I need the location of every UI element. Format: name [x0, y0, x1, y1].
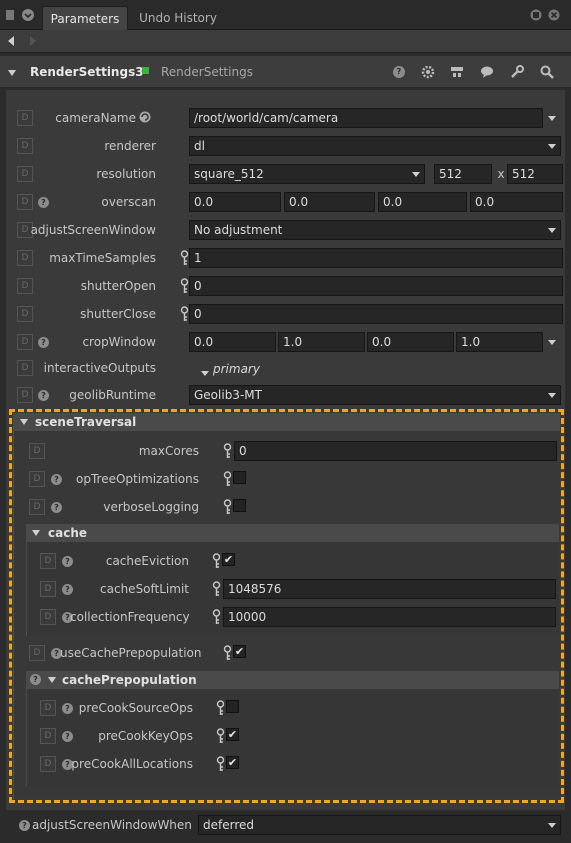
close-panel-icon[interactable] — [548, 9, 560, 21]
adjustScreenWindowWhen-label: adjustScreenWindowWhen — [32, 818, 192, 832]
cropWindow-label: cropWindow — [82, 335, 156, 349]
shutterOpen-label: shutterOpen — [80, 279, 156, 293]
tab-undo-history[interactable]: Undo History — [130, 6, 226, 30]
node-status-indicator — [142, 67, 149, 74]
panel-menu-icon[interactable] — [5, 8, 15, 22]
overscan-input-2[interactable]: 0.0 — [284, 192, 375, 212]
overscan-input-3[interactable]: 0.0 — [378, 192, 467, 212]
maxTimeSamples-label: maxTimeSamples — [49, 251, 156, 265]
comment-icon[interactable] — [480, 65, 494, 79]
cameraName-input[interactable]: /root/world/cam/camera — [189, 108, 543, 128]
resolution-select[interactable]: square_512 — [189, 164, 425, 184]
overscan-input-1[interactable]: 0.0 — [189, 192, 281, 212]
back-arrow-icon[interactable] — [6, 35, 16, 47]
key-icon[interactable] — [180, 250, 189, 266]
geolibRuntime-label: geolibRuntime — [69, 388, 156, 402]
adjustScreenWindow-label: adjustScreenWindow — [30, 223, 156, 237]
resolution-width-input[interactable]: 512 — [434, 164, 492, 184]
gear-icon[interactable] — [421, 65, 435, 79]
search-icon[interactable] — [540, 65, 554, 79]
resolution-x-label: x — [497, 167, 505, 181]
help-icon[interactable]: ? — [19, 820, 30, 831]
tab-bar: Parameters Undo History — [0, 0, 571, 30]
cropWindow-input-4[interactable]: 1.0 — [456, 332, 543, 352]
adjustScreenWindow-select[interactable]: No adjustment — [189, 220, 561, 240]
cropWindow-dropdown-icon[interactable] — [548, 340, 556, 345]
hierarchy-icon[interactable] — [450, 65, 464, 79]
camera-link-icon[interactable] — [139, 111, 151, 123]
tab-parameters[interactable]: Parameters — [42, 6, 128, 30]
renderer-dropdown-icon[interactable] — [548, 144, 556, 149]
maximize-icon[interactable] — [530, 9, 542, 21]
geolibRuntime-select[interactable]: Geolib3-MT — [189, 385, 561, 405]
highlight-box — [9, 409, 564, 803]
maxTimeSamples-input[interactable]: 1 — [189, 248, 563, 268]
panel-options-icon[interactable] — [21, 8, 35, 22]
key-icon[interactable] — [180, 306, 189, 322]
cameraName-label: cameraName — [55, 111, 136, 125]
key-icon[interactable] — [180, 278, 189, 294]
forward-arrow-icon[interactable] — [28, 35, 38, 47]
resolution-height-input[interactable]: 512 — [507, 164, 563, 184]
node-name: RenderSettings3 — [30, 65, 144, 79]
shutterClose-label: shutterClose — [80, 307, 156, 321]
adjustScreenWindow-dropdown-icon[interactable] — [548, 228, 556, 233]
shutterClose-input[interactable]: 0 — [189, 304, 563, 324]
renderer-label: renderer — [104, 139, 156, 153]
adjustScreenWindowWhen-dropdown-icon[interactable] — [548, 823, 556, 828]
resolution-dropdown-icon[interactable] — [412, 172, 420, 177]
interactiveOutputs-value[interactable]: primary — [213, 360, 260, 378]
adjustScreenWindowWhen-select[interactable]: deferred — [198, 815, 561, 835]
renderer-select[interactable]: dl — [189, 136, 561, 156]
cropWindow-input-1[interactable]: 0.0 — [189, 332, 276, 352]
node-type: RenderSettings — [161, 65, 253, 79]
cropWindow-input-3[interactable]: 0.0 — [367, 332, 454, 352]
help-icon[interactable]: ? — [393, 66, 405, 78]
overscan-label: overscan — [101, 195, 156, 209]
collapse-node-icon[interactable] — [7, 67, 17, 77]
node-header: RenderSettings3 RenderSettings ? — [0, 56, 571, 88]
cameraName-dropdown-icon[interactable] — [548, 116, 556, 121]
cropWindow-input-2[interactable]: 1.0 — [278, 332, 365, 352]
interactiveOutputs-label: interactiveOutputs — [43, 361, 156, 375]
toolbar — [0, 30, 571, 53]
overscan-input-4[interactable]: 0.0 — [470, 192, 563, 212]
wrench-icon[interactable] — [510, 65, 524, 79]
geolibRuntime-dropdown-icon[interactable] — [548, 393, 556, 398]
interactiveOutputs-expand-icon[interactable] — [201, 366, 209, 376]
shutterOpen-input[interactable]: 0 — [189, 276, 563, 296]
resolution-label: resolution — [96, 167, 156, 181]
